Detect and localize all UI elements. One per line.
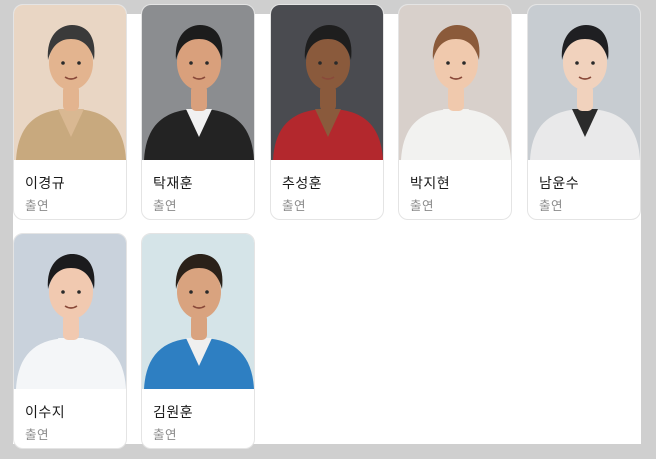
cast-photo-figure bbox=[528, 5, 640, 160]
photo-eye bbox=[77, 61, 81, 65]
cast-photo bbox=[528, 5, 640, 160]
photo-eye bbox=[77, 290, 81, 294]
photo-eye bbox=[575, 61, 579, 65]
cast-photo bbox=[399, 5, 511, 160]
cast-card[interactable]: 탁재훈 출연 bbox=[141, 4, 255, 220]
cast-photo bbox=[14, 5, 126, 160]
cast-name: 이수지 bbox=[25, 405, 66, 421]
cast-photo bbox=[142, 5, 254, 160]
photo-eye bbox=[205, 61, 209, 65]
cast-role: 출연 bbox=[25, 427, 50, 442]
photo-eye bbox=[334, 61, 338, 65]
cast-photo-figure bbox=[271, 5, 383, 160]
cast-card[interactable]: 추성훈 출연 bbox=[270, 4, 384, 220]
cast-photo-figure bbox=[14, 234, 126, 389]
cast-photo bbox=[142, 234, 254, 389]
cast-role: 출연 bbox=[282, 198, 307, 213]
cast-photo-figure bbox=[142, 5, 254, 160]
cast-name: 탁재훈 bbox=[153, 176, 194, 192]
cast-card[interactable]: 박지현 출연 bbox=[398, 4, 512, 220]
cast-photo-figure bbox=[142, 234, 254, 389]
cast-photo bbox=[14, 234, 126, 389]
photo-eye bbox=[189, 290, 193, 294]
page: 이경규 출연 탁재훈 출연 추성훈 출연 박지현 출연 남윤수 출연 이수지 출… bbox=[0, 0, 656, 459]
cast-name: 남윤수 bbox=[539, 176, 580, 192]
cast-role: 출연 bbox=[410, 198, 435, 213]
cast-role: 출연 bbox=[153, 427, 178, 442]
cast-card[interactable]: 이수지 출연 bbox=[13, 233, 127, 449]
cast-photo-figure bbox=[399, 5, 511, 160]
photo-eye bbox=[205, 290, 209, 294]
cast-name: 박지현 bbox=[410, 176, 451, 192]
photo-eye bbox=[61, 290, 65, 294]
photo-eye bbox=[591, 61, 595, 65]
cast-role: 출연 bbox=[153, 198, 178, 213]
cast-photo-figure bbox=[14, 5, 126, 160]
photo-eye bbox=[189, 61, 193, 65]
cast-name: 이경규 bbox=[25, 176, 66, 192]
cast-name: 추성훈 bbox=[282, 176, 323, 192]
cast-card[interactable]: 남윤수 출연 bbox=[527, 4, 641, 220]
cast-card[interactable]: 이경규 출연 bbox=[13, 4, 127, 220]
photo-eye bbox=[462, 61, 466, 65]
cast-role: 출연 bbox=[25, 198, 50, 213]
photo-eye bbox=[61, 61, 65, 65]
cast-name: 김원훈 bbox=[153, 405, 194, 421]
photo-eye bbox=[446, 61, 450, 65]
photo-eye bbox=[318, 61, 322, 65]
cast-card[interactable]: 김원훈 출연 bbox=[141, 233, 255, 449]
cast-photo bbox=[271, 5, 383, 160]
cast-role: 출연 bbox=[539, 198, 564, 213]
